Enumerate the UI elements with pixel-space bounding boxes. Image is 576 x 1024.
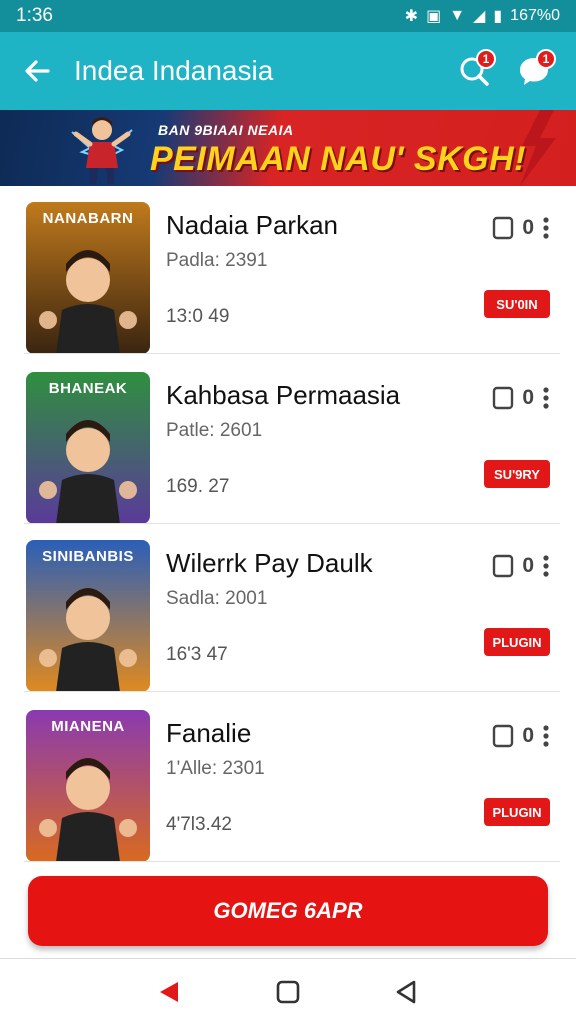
game-size: 16'3 47 [166, 644, 228, 665]
row-actions: 0 [492, 724, 550, 748]
game-size: 4'7l3.42 [166, 814, 232, 835]
wifi-icon: ▼ [449, 7, 466, 24]
page-title: Indea Indanasia [74, 55, 274, 86]
game-title[interactable]: Wilerrk Pay Daulk [166, 548, 373, 579]
row-actions: 0 [492, 216, 550, 240]
bookmark-icon[interactable] [492, 724, 514, 748]
game-title[interactable]: Fanalie [166, 718, 251, 749]
nav-back-button[interactable] [144, 967, 194, 1017]
nav-home-button[interactable] [263, 967, 313, 1017]
battery-percent: 167%0 [510, 7, 560, 24]
more-options-icon[interactable] [542, 216, 550, 240]
chat-button[interactable]: 1 [504, 41, 564, 101]
banner-headline: PEIMAAN NAU' SKGH! [150, 140, 526, 178]
status-badge[interactable]: SU'9RY [484, 460, 550, 488]
more-options-icon[interactable] [542, 724, 550, 748]
game-title[interactable]: Nadaia Parkan [166, 210, 338, 241]
back-button[interactable] [0, 32, 74, 110]
thumbnail-title: SINIBANBIS [42, 548, 134, 565]
hero-character-icon [71, 117, 133, 184]
triangle-outline-icon [396, 980, 415, 1003]
app-bar: Indea Indanasia 1 1 [0, 32, 576, 110]
game-list-item[interactable]: NANABARN Nadaia Parkan Padla: 2391 13:0 … [0, 186, 576, 354]
promo-banner[interactable]: BAN 9BIAAI NEAIA PEIMAAN NAU' SKGH! [0, 110, 576, 186]
game-meta: 1'Alle: 2301 [166, 758, 265, 779]
signal-icon: ◢ [473, 8, 486, 25]
battery-icon: ▮ [493, 8, 503, 25]
more-options-icon[interactable] [542, 386, 550, 410]
game-meta: Patle: 2601 [166, 420, 263, 441]
bookmark-icon[interactable] [492, 554, 514, 578]
thumbnail-title: NANABARN [42, 210, 134, 227]
comment-count: 0 [522, 216, 534, 239]
chat-badge: 1 [536, 49, 556, 69]
thumbnail-title: MIANENA [51, 718, 125, 735]
game-meta: Padla: 2391 [166, 250, 268, 271]
cta-button[interactable]: GOMEG 6APR [28, 876, 548, 946]
square-home-icon [276, 980, 300, 1003]
game-title[interactable]: Kahbasa Permaasia [166, 380, 400, 411]
game-thumbnail[interactable]: MIANENA [26, 710, 150, 862]
comment-count: 0 [522, 386, 534, 409]
more-options-icon[interactable] [542, 554, 550, 578]
game-list-item[interactable]: BHANEAK Kahbasa Permaasia Patle: 2601 16… [0, 356, 576, 524]
triangle-back-icon [160, 981, 179, 1002]
search-badge: 1 [476, 49, 496, 69]
game-meta: Sadla: 2001 [166, 588, 268, 609]
comment-count: 0 [522, 554, 534, 577]
game-size: 13:0 49 [166, 306, 230, 327]
nav-recents-button[interactable] [382, 967, 432, 1017]
game-list-item[interactable]: SINIBANBIS Wilerrk Pay Daulk Sadla: 2001… [0, 524, 576, 692]
status-badge[interactable]: PLUGIN [484, 628, 550, 656]
game-size: 169. 27 [166, 476, 230, 497]
status-bar: 1:36 ✱ ▣ ▼ ◢ ▮ 167%0 [0, 0, 576, 32]
game-thumbnail[interactable]: SINIBANBIS [26, 540, 150, 692]
row-actions: 0 [492, 554, 550, 578]
status-badge[interactable]: SU'0IN [484, 290, 550, 318]
thumbnail-title: BHANEAK [48, 380, 128, 397]
divider [24, 353, 560, 354]
system-nav-bar [0, 958, 576, 1024]
vibrate-icon: ▣ [426, 8, 442, 25]
bookmark-icon[interactable] [492, 386, 514, 410]
comment-count: 0 [522, 724, 534, 747]
lightning-bolt-icon [520, 110, 556, 186]
game-list-item[interactable]: MIANENA Fanalie 1'Alle: 2301 4'7l3.42 0 … [0, 694, 576, 862]
bookmark-icon[interactable] [492, 216, 514, 240]
status-icons: ✱ ▣ ▼ ◢ ▮ 167%0 [405, 6, 560, 26]
arrow-left-icon [25, 60, 50, 82]
divider [24, 691, 560, 692]
status-badge[interactable]: PLUGIN [484, 798, 550, 826]
game-thumbnail[interactable]: NANABARN [26, 202, 150, 354]
search-button[interactable]: 1 [444, 41, 504, 101]
game-thumbnail[interactable]: BHANEAK [26, 372, 150, 524]
divider [24, 861, 560, 862]
status-time: 1:36 [16, 5, 53, 26]
row-actions: 0 [492, 386, 550, 410]
banner-subtitle: BAN 9BIAAI NEAIA [158, 122, 294, 138]
bluetooth-icon: ✱ [404, 8, 419, 25]
